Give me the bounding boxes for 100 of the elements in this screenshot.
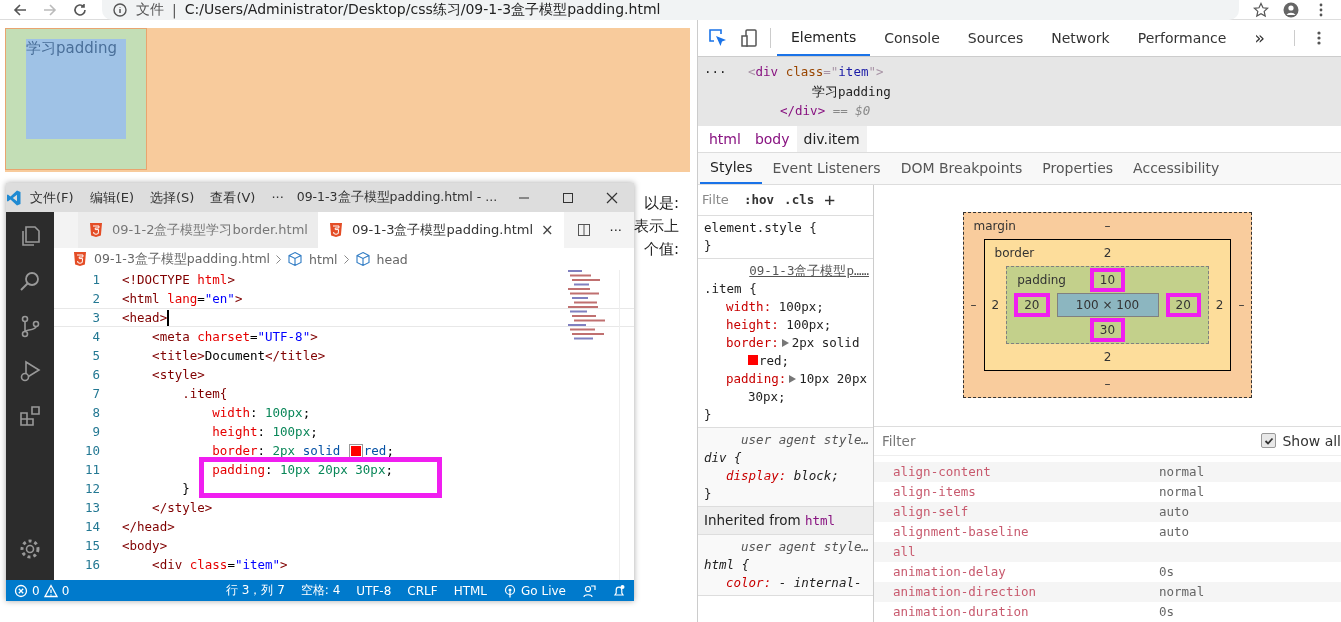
- rule-close-brace: }: [704, 405, 713, 424]
- address-bar[interactable]: 文件 | C:/Users/Administrator/Desktop/css练习/09-1-3盒子模型padding.html: [102, 0, 1239, 20]
- rule-selector: .item {: [704, 279, 758, 298]
- editor-tab[interactable]: 09-1-3盒子模型padding.html ×: [317, 212, 564, 248]
- property-name[interactable]: align-content: [893, 464, 1159, 479]
- property-value: normal: [1159, 484, 1206, 499]
- close-tab-icon[interactable]: ×: [541, 221, 554, 239]
- property-name[interactable]: animation-direction: [893, 584, 1159, 599]
- property-name[interactable]: align-self: [893, 504, 1159, 519]
- hover-state-toggle[interactable]: :hov: [744, 192, 775, 207]
- rule-source-link[interactable]: 09-1-3盒子模型p……: [704, 261, 869, 280]
- menu-item[interactable]: ···: [263, 190, 292, 205]
- color-swatch[interactable]: [748, 354, 758, 365]
- dom-breadcrumb[interactable]: body: [747, 125, 797, 152]
- line-number: 9: [91, 424, 101, 439]
- rule-selector: element.style {: [704, 218, 818, 237]
- expand-triangle-icon[interactable]: [781, 338, 789, 347]
- devtools-tab[interactable]: Performance: [1123, 20, 1241, 56]
- dom-breadcrumb[interactable]: div.item: [796, 125, 867, 152]
- code-line: width: 100px;: [211, 404, 311, 422]
- dom-open-tag[interactable]: <div class="item">: [748, 62, 884, 82]
- error-icon: [14, 583, 28, 598]
- box-model-value: 2: [1215, 298, 1224, 312]
- menu-item[interactable]: 查看(V): [202, 188, 264, 207]
- devtools-tab[interactable]: Network: [1037, 20, 1124, 56]
- box-model-value: –: [1104, 219, 1111, 233]
- warning-count[interactable]: 0: [61, 583, 70, 598]
- dom-text: 学习padding: [812, 82, 891, 101]
- show-all-checkbox[interactable]: [1261, 433, 1277, 448]
- cube-icon: [354, 251, 371, 267]
- line-number: 12: [83, 481, 101, 496]
- more-actions[interactable]: ···: [609, 222, 622, 238]
- sidebar-tab[interactable]: DOM Breakpoints: [890, 152, 1033, 184]
- window-title: 09-1-3盒子模型padding.html - ...: [295, 189, 499, 206]
- property-name[interactable]: align-items: [893, 484, 1159, 499]
- box-model-label: padding: [1016, 273, 1066, 287]
- css-declaration: height: 100px;: [725, 315, 833, 334]
- devtools-tab[interactable]: Console: [870, 20, 954, 56]
- css-declaration: padding: 10px 20px 30px;: [725, 369, 868, 406]
- sidebar-tab[interactable]: Event Listeners: [762, 152, 891, 184]
- css-declaration: color: - internal-: [725, 573, 863, 592]
- bell-icon: [612, 583, 626, 598]
- property-name[interactable]: animation-delay: [893, 564, 1159, 579]
- menu-item[interactable]: 编辑(E): [81, 188, 142, 207]
- breadcrumb-item[interactable]: head: [376, 251, 408, 267]
- menu-item[interactable]: 选择(S): [142, 188, 203, 207]
- box-model-label: margin: [972, 219, 1016, 233]
- class-toggle[interactable]: .cls: [784, 192, 815, 207]
- error-count[interactable]: 0: [32, 583, 40, 598]
- status-item[interactable]: UTF-8: [356, 583, 392, 598]
- property-value: auto: [1159, 504, 1191, 519]
- reload-icon: [72, 1, 88, 18]
- line-number: 6: [91, 367, 101, 382]
- box-model-value: 20: [1165, 293, 1201, 317]
- editor-tab[interactable]: 09-1-2盒子模型学习border.html: [78, 212, 318, 248]
- line-number: 4: [91, 329, 101, 344]
- box-model-label: border: [993, 246, 1035, 260]
- inherited-tag-link[interactable]: html: [804, 512, 835, 528]
- line-number: 3: [91, 310, 101, 325]
- menu-item[interactable]: 文件(F): [22, 188, 82, 207]
- show-all-label: Show all: [1282, 432, 1341, 449]
- breadcrumb-item[interactable]: html: [309, 251, 338, 267]
- inspect-icon: [708, 28, 728, 48]
- line-number: 1: [91, 272, 101, 287]
- sidebar-tab[interactable]: Properties: [1032, 152, 1124, 184]
- code-line: <style>: [151, 366, 205, 384]
- paragraph-text-fragment: 以是:: [643, 194, 679, 213]
- box-model-value: 30: [1089, 318, 1126, 342]
- cube-icon: [287, 251, 304, 267]
- status-item[interactable]: 空格: 4: [300, 582, 341, 599]
- more-tabs-button[interactable]: »: [1240, 28, 1279, 48]
- expand-triangle-icon[interactable]: [789, 374, 797, 383]
- paragraph-text-fragment: 表示上: [634, 217, 679, 236]
- line-number: 15: [83, 538, 101, 553]
- breadcrumb-item[interactable]: 09-1-3盒子模型padding.html: [94, 250, 271, 268]
- property-name[interactable]: alignment-baseline: [893, 524, 1159, 539]
- sidebar-tab[interactable]: Accessibility: [1123, 152, 1230, 184]
- dom-breadcrumb[interactable]: html: [702, 125, 748, 152]
- code-line: <head>: [122, 308, 170, 327]
- status-item[interactable]: 行 3，列 7: [225, 582, 285, 599]
- status-item[interactable]: HTML: [453, 583, 488, 598]
- broadcast-icon: [503, 583, 518, 598]
- info-icon: [112, 1, 128, 18]
- line-number: 10: [83, 443, 101, 458]
- address-separator: |: [172, 1, 177, 18]
- code-line: <div class="item">: [151, 556, 288, 574]
- line-number: 16: [83, 557, 101, 572]
- search-icon: [18, 269, 42, 293]
- property-name[interactable]: animation-duration: [893, 604, 1159, 619]
- checkmark-icon: [1263, 435, 1274, 446]
- paragraph-text-fragment: 个值:: [643, 240, 679, 259]
- status-item[interactable]: CRLF: [407, 583, 438, 598]
- new-rule-button[interactable]: +: [824, 189, 836, 210]
- blocks-icon: [18, 404, 42, 428]
- sidebar-tab[interactable]: Styles: [700, 152, 763, 184]
- code-line: </head>: [122, 518, 175, 536]
- go-live-button[interactable]: Go Live: [521, 583, 566, 598]
- code-line: height: 100px;: [211, 423, 318, 441]
- dom-ellipsis[interactable]: ···: [704, 62, 748, 82]
- devtools-tab[interactable]: Sources: [953, 20, 1038, 56]
